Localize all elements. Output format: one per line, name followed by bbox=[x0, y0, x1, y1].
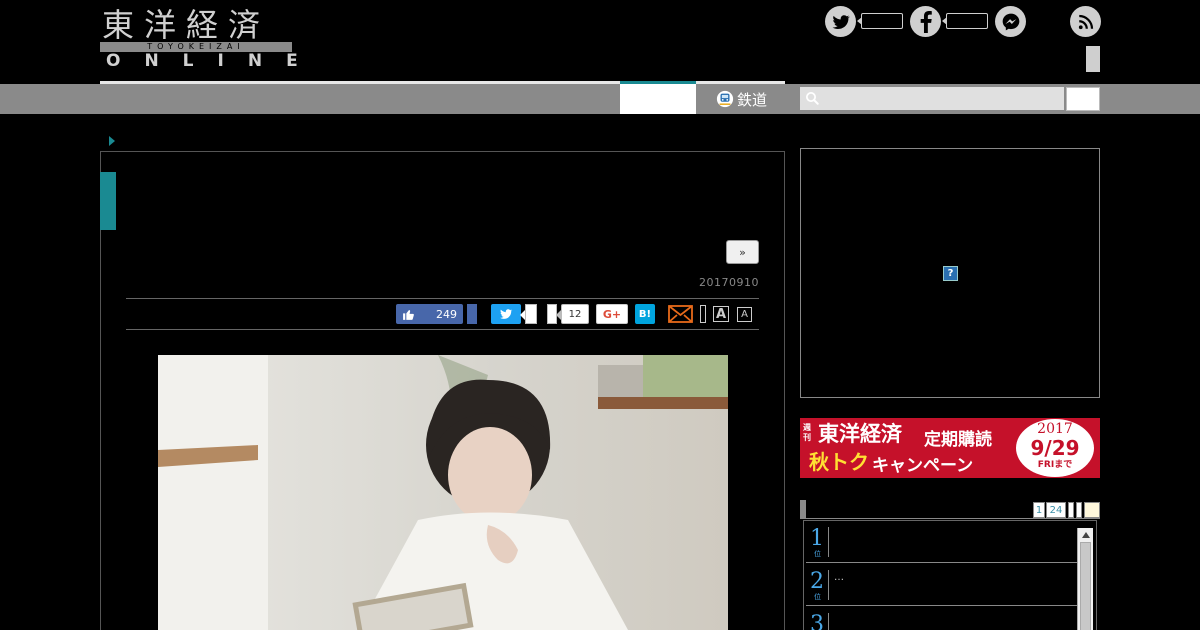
ranking-divider bbox=[828, 613, 829, 630]
scroll-up-icon[interactable] bbox=[1082, 532, 1090, 538]
banner-campaign-b: キャンペーン bbox=[872, 456, 974, 476]
nav-tab-active[interactable] bbox=[620, 81, 696, 114]
banner-campaign-a: 秋トク bbox=[809, 450, 869, 474]
twitter-icon bbox=[831, 14, 850, 29]
ranking-item[interactable]: 3位 bbox=[806, 607, 1078, 630]
article-photo bbox=[158, 355, 728, 630]
tweet-button[interactable] bbox=[491, 304, 521, 324]
font-size-small-button[interactable]: A bbox=[737, 307, 752, 322]
thumbs-up-icon bbox=[403, 309, 414, 320]
ranking-number: 1位 bbox=[810, 526, 824, 558]
rss-button[interactable] bbox=[1070, 6, 1101, 37]
social-follow-bar bbox=[825, 6, 1105, 38]
twitter-follow-count bbox=[857, 13, 903, 29]
font-size-large-button[interactable]: A bbox=[713, 306, 729, 322]
search-box bbox=[800, 87, 1064, 110]
search-submit-button[interactable] bbox=[1066, 87, 1100, 111]
search-icon bbox=[805, 91, 819, 105]
share-count: 12 bbox=[556, 304, 589, 324]
ranking-tab-3[interactable] bbox=[1068, 502, 1074, 518]
scroll-thumb[interactable] bbox=[1080, 542, 1091, 630]
hatena-bookmark-button[interactable]: B! bbox=[635, 304, 655, 324]
ranking-item[interactable]: 1位 bbox=[806, 521, 1078, 563]
subscription-campaign-banner[interactable]: 週刊 東洋経済 定期購読 秋トク キャンペーン 2017 9/29 FRIまで bbox=[800, 418, 1100, 478]
share-bar-top-rule bbox=[126, 298, 759, 299]
next-page-button[interactable]: » bbox=[726, 240, 759, 264]
ranking-list: 1位 2位 … 3位 bbox=[803, 520, 1097, 630]
facebook-follow-button[interactable] bbox=[910, 6, 941, 37]
mail-icon bbox=[668, 305, 693, 323]
breadcrumb-arrow-icon bbox=[109, 136, 115, 146]
mail-share-button[interactable] bbox=[668, 305, 693, 323]
ranking-divider bbox=[828, 570, 829, 600]
logo-online: ONLINE bbox=[106, 51, 322, 71]
ranking-title: … bbox=[834, 572, 844, 583]
ranking-tab-more[interactable] bbox=[1084, 502, 1100, 518]
banner-date: 9/29 bbox=[1030, 436, 1080, 460]
nav-tab-railway-label: 鉄道 bbox=[737, 90, 768, 109]
ranking-tab-1[interactable]: 1 bbox=[1033, 502, 1045, 518]
print-button[interactable] bbox=[700, 305, 706, 323]
site-logo[interactable]: 東洋経済 TOYOKEIZAI ONLINE bbox=[100, 6, 298, 70]
facebook-follow-count bbox=[942, 13, 988, 29]
ranking-tab-24[interactable]: 24 bbox=[1046, 502, 1066, 518]
rss-icon bbox=[1078, 14, 1093, 29]
header-menu-button[interactable] bbox=[1086, 46, 1100, 72]
ranking-number: 3位 bbox=[810, 612, 824, 630]
share-bar-bottom-rule bbox=[126, 329, 759, 330]
ranking-header-accent bbox=[800, 500, 806, 519]
ranking-tab-4[interactable] bbox=[1076, 502, 1082, 518]
publish-date: 20170910 bbox=[699, 276, 759, 289]
ranking-header: 1 24 bbox=[800, 500, 1100, 519]
facebook-like-count: 249 bbox=[436, 307, 457, 321]
ranking-divider bbox=[828, 527, 829, 557]
twitter-follow-button[interactable] bbox=[825, 6, 856, 37]
messenger-icon bbox=[1002, 13, 1019, 30]
ranking-scrollbar[interactable] bbox=[1077, 528, 1093, 630]
facebook-icon bbox=[920, 10, 932, 33]
ranking-item[interactable]: 2位 … bbox=[806, 564, 1078, 606]
logo-title: 東洋経済 bbox=[102, 6, 271, 44]
messenger-button[interactable] bbox=[995, 6, 1026, 37]
twitter-icon bbox=[499, 309, 513, 319]
ranking-number: 2位 bbox=[810, 569, 824, 601]
banner-title: 東洋経済 bbox=[818, 422, 902, 446]
banner-year: 2017 bbox=[1037, 421, 1073, 437]
facebook-share-button[interactable] bbox=[467, 304, 477, 324]
article-title-accent bbox=[100, 172, 116, 230]
banner-weekly: 週刊 bbox=[803, 423, 811, 442]
search-input[interactable] bbox=[824, 87, 1062, 110]
nav-tab-railway[interactable]: 鉄道 bbox=[696, 86, 786, 112]
banner-subscription: 定期購読 bbox=[924, 430, 992, 450]
banner-until: FRIまで bbox=[1037, 460, 1073, 470]
google-plus-button[interactable]: G+ bbox=[596, 304, 628, 324]
banner-deadline-badge: 2017 9/29 FRIまで bbox=[1016, 419, 1094, 477]
train-icon bbox=[716, 90, 734, 108]
facebook-like-button[interactable]: 249 bbox=[396, 304, 463, 324]
ad-info-icon[interactable]: ? bbox=[943, 266, 958, 281]
tweet-count bbox=[520, 304, 537, 324]
